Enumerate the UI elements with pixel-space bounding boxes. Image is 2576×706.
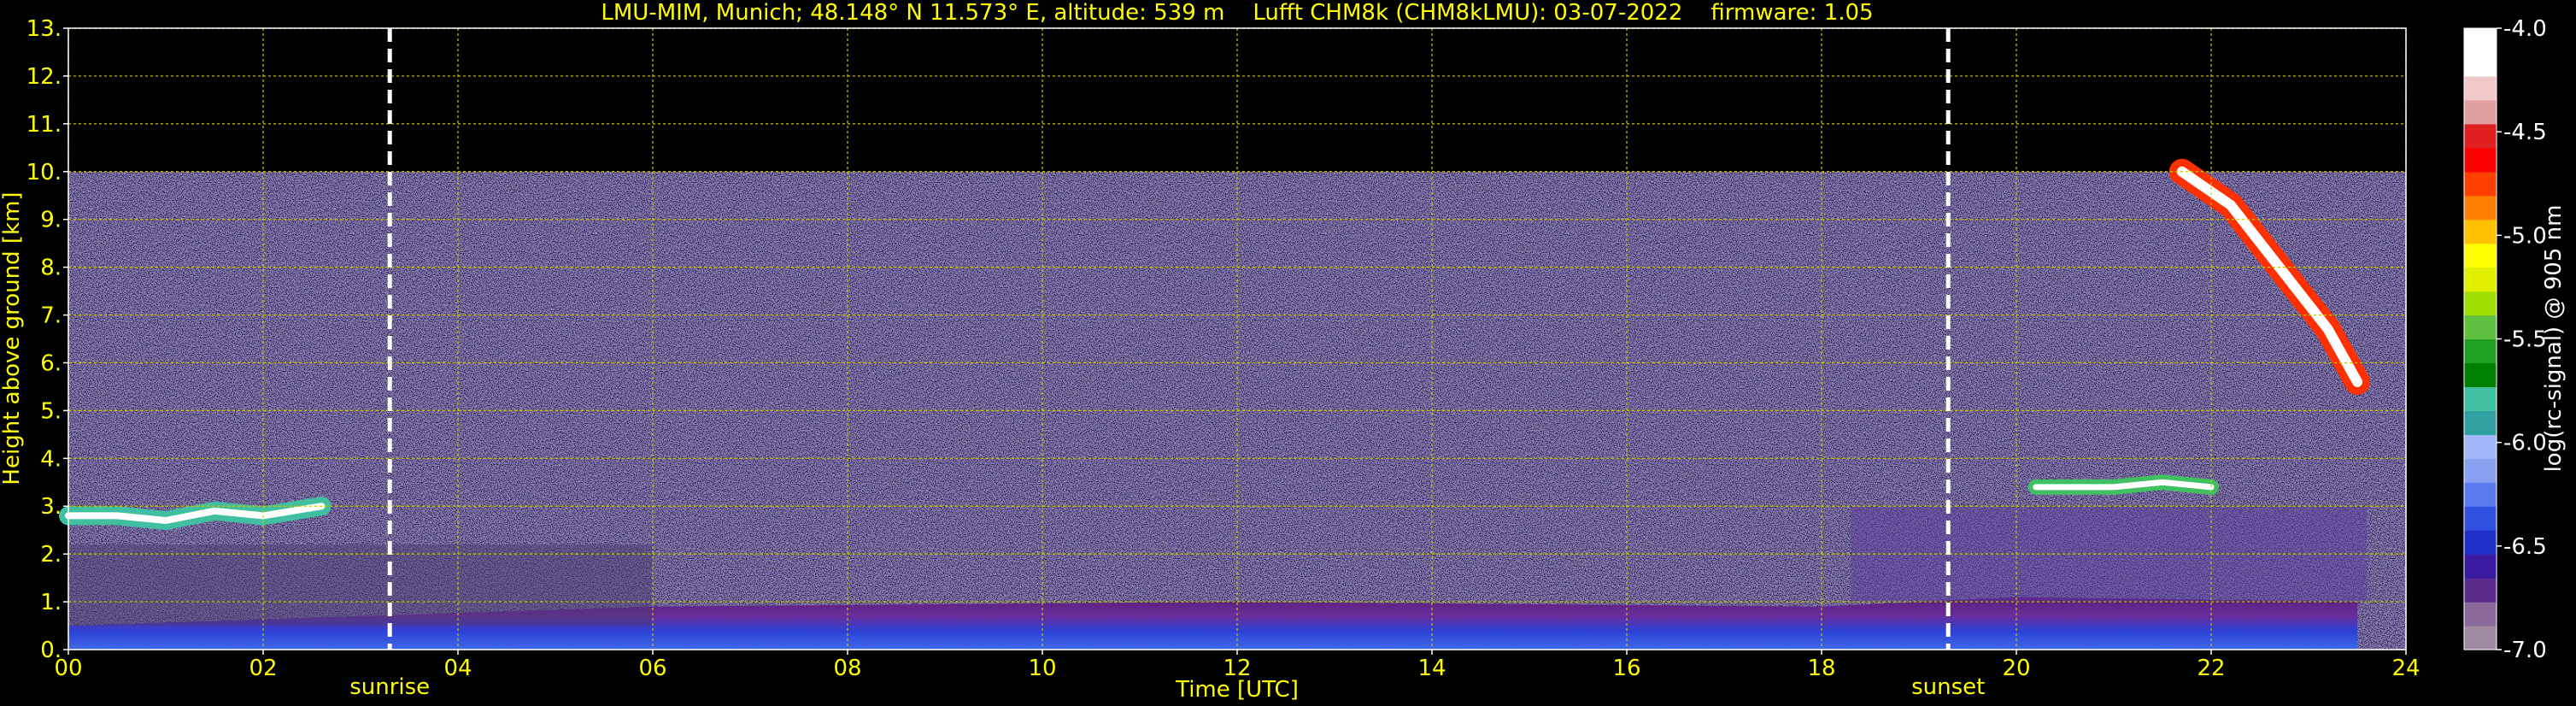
x-tick-label: 22 (2197, 656, 2225, 681)
sunrise-label: sunrise (349, 674, 430, 700)
colorbar-swatch (2464, 123, 2497, 149)
y-tick-label: 4. (40, 446, 62, 472)
colorbar-swatch (2464, 434, 2497, 459)
colorbar-swatch (2464, 99, 2497, 125)
x-tick-label: 06 (638, 656, 666, 681)
chart-title: LMU-MIM, Munich; 48.148° N 11.573° E, al… (601, 0, 1873, 26)
colorbar-swatch (2464, 28, 2497, 53)
colorbar-swatch (2464, 267, 2497, 292)
colorbar-swatch (2464, 362, 2497, 388)
colorbar-swatch (2464, 482, 2497, 507)
colorbar-swatch (2464, 410, 2497, 435)
colorbar-swatch (2464, 147, 2497, 173)
x-tick-label: 10 (1028, 656, 1056, 681)
colorbar-swatch (2464, 75, 2497, 101)
colorbar-swatch (2464, 171, 2497, 197)
y-tick-label: 7. (40, 303, 62, 329)
y-tick-label: 5. (40, 398, 62, 424)
colorbar-swatch (2464, 315, 2497, 340)
y-tick-labels: 0. 1. 2. 3. 4. 5. 6. 7. 8. 9. 10. 11. 12. 13. (26, 16, 68, 663)
colorbar-swatch (2464, 554, 2497, 579)
y-axis-label: Height above ground [km] (0, 191, 25, 485)
y-tick-label: 9. (40, 208, 62, 233)
ceilometer-figure: sunrise sunset 00 02 04 06 08 10 12 14 16 18 20 22 24… (0, 0, 2567, 703)
colorbar-swatch (2464, 386, 2497, 411)
colorbar-swatch (2464, 338, 2497, 364)
colorbar-swatch (2464, 458, 2497, 483)
colorbar-swatch (2464, 530, 2497, 555)
x-tick-label: 02 (249, 656, 277, 681)
colorbar: -4.0-4.5-5.0-5.5-6.0-6.5-7.0 (2463, 16, 2547, 663)
colorbar-swatch (2464, 195, 2497, 221)
sunset-label: sunset (1911, 674, 1985, 700)
y-tick-label: 8. (40, 256, 62, 281)
y-tick-label: 3. (40, 494, 62, 520)
residual-layer (68, 544, 653, 627)
colorbar-swatch (2464, 219, 2497, 244)
colorbar-tick-label: -7.0 (2503, 638, 2547, 663)
x-tick-label: 14 (1417, 656, 1446, 681)
x-tick-label: 20 (2002, 656, 2030, 681)
colorbar-swatch (2464, 578, 2497, 603)
colorbar-swatch (2464, 506, 2497, 531)
colorbar-swatch (2464, 602, 2497, 627)
x-axis-label: Time [UTC] (1175, 677, 1299, 703)
colorbar-tick-label: -4.0 (2503, 16, 2547, 42)
y-tick-label: 12. (26, 64, 62, 90)
y-tick-label: 6. (40, 350, 62, 376)
x-tick-label: 16 (1612, 656, 1640, 681)
colorbar-tick-label: -4.5 (2503, 120, 2547, 145)
colorbar-swatch (2464, 626, 2497, 650)
x-tick-label: 24 (2391, 656, 2420, 681)
x-tick-label: 04 (443, 656, 472, 681)
colorbar-tick-label: -6.5 (2503, 534, 2547, 560)
x-tick-label: 18 (1807, 656, 1835, 681)
colorbar-label: log(rc-signal) @ 905 nm (2541, 205, 2567, 473)
y-tick-label: 0. (40, 638, 62, 663)
y-tick-label: 13. (26, 16, 62, 42)
colorbar-swatch (2464, 291, 2497, 316)
y-tick-label: 1. (40, 590, 62, 615)
y-tick-label: 2. (40, 542, 62, 568)
x-tick-label: 08 (833, 656, 861, 681)
colorbar-swatch (2464, 243, 2497, 268)
colorbar-swatch (2464, 51, 2497, 77)
y-tick-label: 11. (26, 112, 62, 138)
y-tick-label: 10. (26, 160, 62, 185)
